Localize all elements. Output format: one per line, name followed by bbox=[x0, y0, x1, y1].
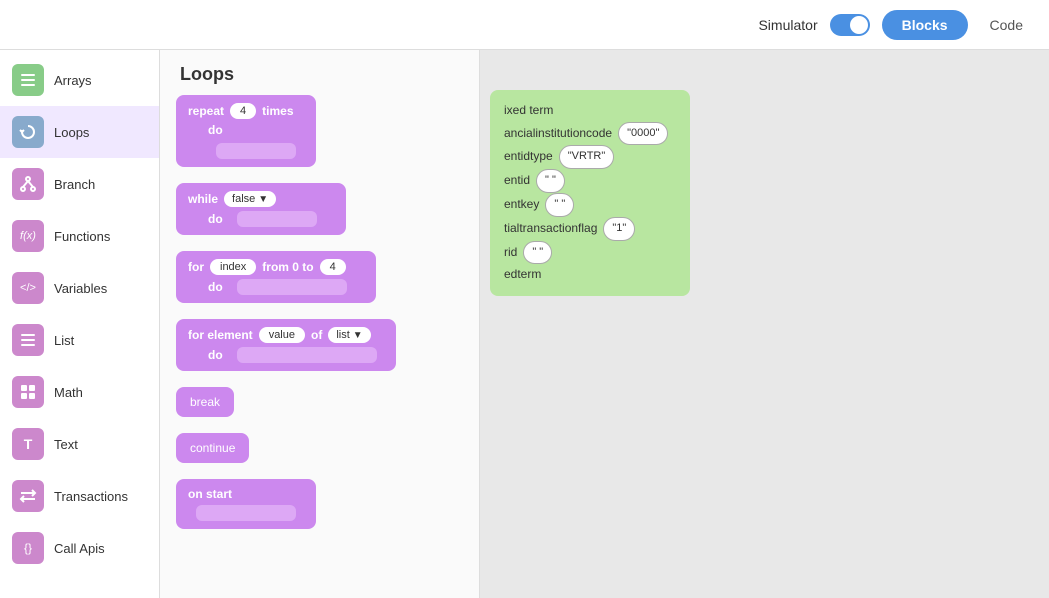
functions-icon: f(x) bbox=[12, 220, 44, 252]
blocks-panel: Loops repeat 4 times do while false ▼ bbox=[160, 50, 480, 598]
math-icon bbox=[12, 376, 44, 408]
canvas-card: ixed term ancialinstitutioncode "0000" e… bbox=[490, 90, 690, 296]
simulator-label: Simulator bbox=[758, 17, 817, 33]
for-index-block[interactable]: for index from 0 to 4 do bbox=[176, 251, 376, 303]
for-element-list[interactable]: list ▼ bbox=[328, 327, 370, 343]
canvas-field-row-1: ancialinstitutioncode "0000" bbox=[504, 122, 676, 146]
sidebar-item-transactions[interactable]: Transactions bbox=[0, 470, 159, 522]
for-index-do-body bbox=[237, 279, 347, 295]
on-start-block[interactable]: on start bbox=[176, 479, 316, 529]
blocks-button[interactable]: Blocks bbox=[882, 10, 968, 40]
for-element-do-body bbox=[237, 347, 377, 363]
while-do-body bbox=[237, 211, 317, 227]
sidebar: Arrays Loops Branch f(x) Functions </> bbox=[0, 50, 160, 598]
repeat-keyword: repeat bbox=[188, 104, 224, 118]
while-do-keyword: do bbox=[208, 212, 223, 226]
for-element-block[interactable]: for element value of list ▼ do bbox=[176, 319, 396, 371]
repeat-do-keyword: do bbox=[208, 123, 223, 137]
branch-icon bbox=[12, 168, 44, 200]
for-element-keyword: for element bbox=[188, 328, 253, 342]
loops-label: Loops bbox=[54, 125, 89, 140]
sidebar-item-loops[interactable]: Loops bbox=[0, 106, 159, 158]
list-label: List bbox=[54, 333, 74, 348]
transactions-label: Transactions bbox=[54, 489, 128, 504]
branch-label: Branch bbox=[54, 177, 95, 192]
repeat-do-body bbox=[216, 143, 296, 159]
blocks-panel-title: Loops bbox=[160, 50, 479, 95]
canvas-field-row-6: rid " " bbox=[504, 241, 676, 265]
for-index-var[interactable]: index bbox=[210, 259, 256, 275]
canvas-field-row-2: entidtype "VRTR" bbox=[504, 145, 676, 169]
sidebar-item-math[interactable]: Math bbox=[0, 366, 159, 418]
sidebar-item-functions[interactable]: f(x) Functions bbox=[0, 210, 159, 262]
header: Simulator Blocks Code bbox=[0, 0, 1049, 50]
arrays-icon bbox=[12, 64, 44, 96]
sidebar-item-call-apis[interactable]: {} Call Apis bbox=[0, 522, 159, 574]
simulator-toggle[interactable] bbox=[830, 14, 870, 36]
arrays-label: Arrays bbox=[54, 73, 92, 88]
repeat-times-value[interactable]: 4 bbox=[230, 103, 256, 119]
continue-block[interactable]: continue bbox=[176, 433, 249, 463]
times-keyword: times bbox=[262, 104, 293, 118]
sidebar-item-list[interactable]: List bbox=[0, 314, 159, 366]
blocks-scroll: repeat 4 times do while false ▼ do bbox=[160, 95, 479, 598]
while-keyword: while bbox=[188, 192, 218, 206]
canvas-field-row-5: tialtransactionflag "1" bbox=[504, 217, 676, 241]
call-apis-icon: {} bbox=[12, 532, 44, 564]
canvas-field-row-4: entkey " " bbox=[504, 193, 676, 217]
while-condition[interactable]: false ▼ bbox=[224, 191, 276, 207]
for-element-do-keyword: do bbox=[208, 348, 223, 362]
for-keyword: for bbox=[188, 260, 204, 274]
functions-label: Functions bbox=[54, 229, 110, 244]
for-index-do-keyword: do bbox=[208, 280, 223, 294]
transactions-icon bbox=[12, 480, 44, 512]
on-start-body bbox=[196, 505, 296, 521]
for-index-to[interactable]: 4 bbox=[320, 259, 346, 275]
sidebar-item-branch[interactable]: Branch bbox=[0, 158, 159, 210]
variables-icon: </> bbox=[12, 272, 44, 304]
math-label: Math bbox=[54, 385, 83, 400]
toggle-thumb bbox=[850, 16, 868, 34]
code-button[interactable]: Code bbox=[980, 10, 1033, 40]
list-icon bbox=[12, 324, 44, 356]
break-block[interactable]: break bbox=[176, 387, 234, 417]
continue-keyword: continue bbox=[190, 441, 235, 455]
break-keyword: break bbox=[190, 395, 220, 409]
text-label: Text bbox=[54, 437, 78, 452]
canvas-field-row-0: ixed term bbox=[504, 100, 676, 122]
call-apis-label: Call Apis bbox=[54, 541, 105, 556]
sidebar-item-text[interactable]: T Text bbox=[0, 418, 159, 470]
text-icon: T bbox=[12, 428, 44, 460]
canvas-field-row-7: edterm bbox=[504, 264, 676, 286]
main-layout: Arrays Loops Branch f(x) Functions </> bbox=[0, 50, 1049, 598]
canvas-field-row-3: entid " " bbox=[504, 169, 676, 193]
for-element-var[interactable]: value bbox=[259, 327, 305, 343]
while-block[interactable]: while false ▼ do bbox=[176, 183, 346, 235]
on-start-keyword: on start bbox=[188, 487, 232, 501]
repeat-block[interactable]: repeat 4 times do bbox=[176, 95, 316, 167]
sidebar-item-variables[interactable]: </> Variables bbox=[0, 262, 159, 314]
canvas[interactable]: ixed term ancialinstitutioncode "0000" e… bbox=[480, 50, 1049, 598]
variables-label: Variables bbox=[54, 281, 107, 296]
of-keyword: of bbox=[311, 328, 322, 342]
sidebar-item-arrays[interactable]: Arrays bbox=[0, 54, 159, 106]
from-text: from 0 to bbox=[262, 260, 313, 274]
loops-icon bbox=[12, 116, 44, 148]
